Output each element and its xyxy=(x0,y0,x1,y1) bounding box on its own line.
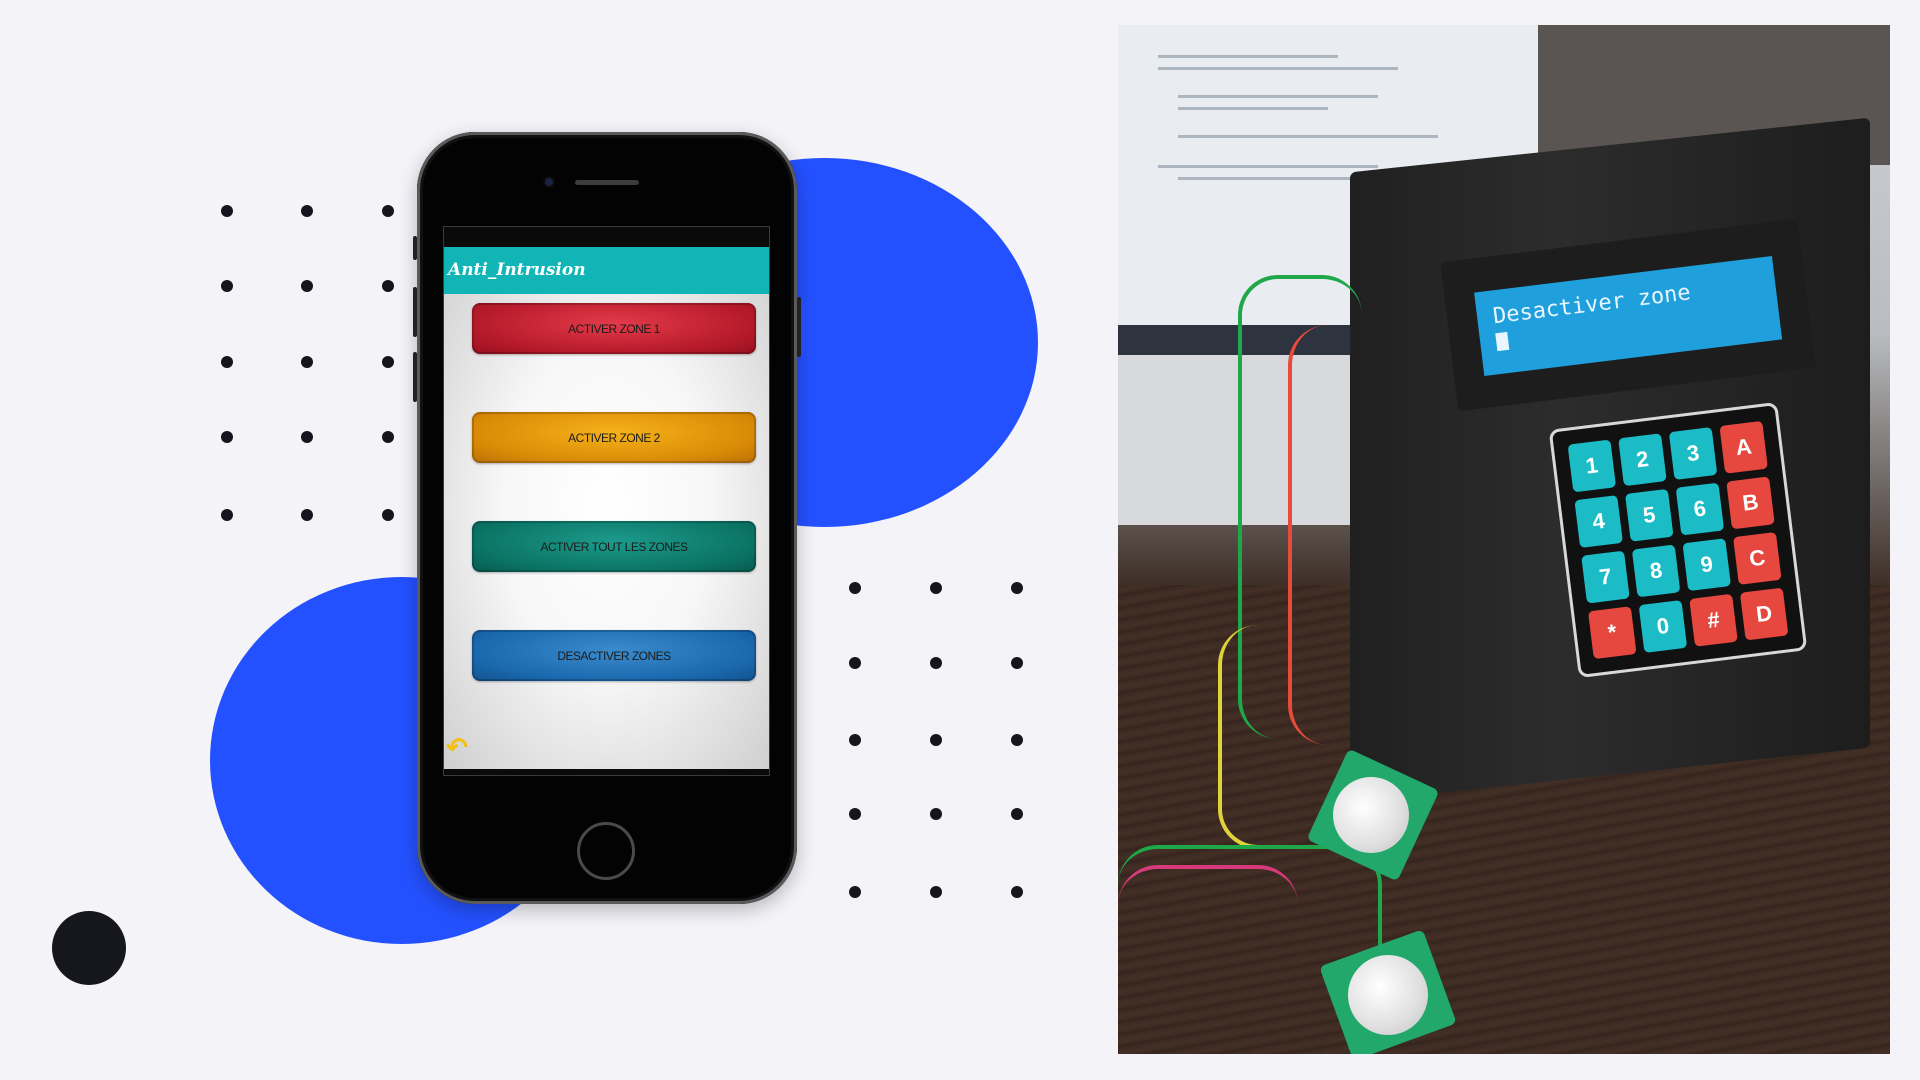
keypad-key: A xyxy=(1719,420,1768,474)
lcd-display: Desactiver zone xyxy=(1474,256,1783,376)
keypad-key: 2 xyxy=(1618,433,1667,487)
keypad-key: 8 xyxy=(1631,544,1681,598)
wire-pink xyxy=(1118,865,1298,1054)
keypad-key: 5 xyxy=(1625,488,1674,542)
lcd-text: Desactiver zone xyxy=(1491,280,1692,330)
app-title: Anti_Intrusion xyxy=(444,247,769,294)
home-button[interactable] xyxy=(577,822,635,880)
front-camera-icon xyxy=(545,178,553,186)
phone-volume-down xyxy=(413,352,417,402)
keypad-key: 0 xyxy=(1638,600,1688,653)
keypad-key: * xyxy=(1588,606,1637,660)
keypad-key: D xyxy=(1739,587,1789,641)
pir-dome-2 xyxy=(1348,955,1428,1035)
phone-silent-switch xyxy=(413,236,417,260)
back-arrow-icon[interactable]: ↶ xyxy=(446,732,468,763)
decor-big-dot xyxy=(52,911,126,985)
keypad-key: 1 xyxy=(1567,439,1617,493)
pir-dome-1 xyxy=(1333,777,1409,853)
phone-screen: Anti_Intrusion ACTIVER ZONE 1 ACTIVER ZO… xyxy=(443,226,770,776)
keypad-key: C xyxy=(1733,532,1782,585)
activate-zone-1-button[interactable]: ACTIVER ZONE 1 xyxy=(472,303,756,354)
earpiece-speaker xyxy=(575,180,639,185)
hardware-photo: Desactiver zone 1 2 3 A 4 5 6 B 7 8 9 C … xyxy=(1118,25,1890,1054)
keypad-key: B xyxy=(1726,476,1775,530)
keypad-key: 7 xyxy=(1581,550,1630,604)
keypad-key: 6 xyxy=(1675,482,1725,536)
phone-volume-up xyxy=(413,287,417,337)
phone-power-button xyxy=(797,297,801,357)
matrix-keypad: 1 2 3 A 4 5 6 B 7 8 9 C * 0 # D xyxy=(1548,401,1808,679)
activate-all-zones-button[interactable]: ACTIVER TOUT LES ZONES xyxy=(472,521,756,572)
keypad-key: 9 xyxy=(1682,538,1731,592)
keypad-key: # xyxy=(1689,593,1738,647)
app-body: ACTIVER ZONE 1 ACTIVER ZONE 2 ACTIVER TO… xyxy=(444,294,769,769)
deactivate-zones-button[interactable]: DESACTIVER ZONES xyxy=(472,630,756,681)
phone-mockup: Anti_Intrusion ACTIVER ZONE 1 ACTIVER ZO… xyxy=(413,132,801,904)
keypad-key: 4 xyxy=(1574,495,1623,548)
activate-zone-2-button[interactable]: ACTIVER ZONE 2 xyxy=(472,412,756,463)
lcd-cursor xyxy=(1495,331,1510,352)
keypad-key: 3 xyxy=(1668,427,1718,480)
